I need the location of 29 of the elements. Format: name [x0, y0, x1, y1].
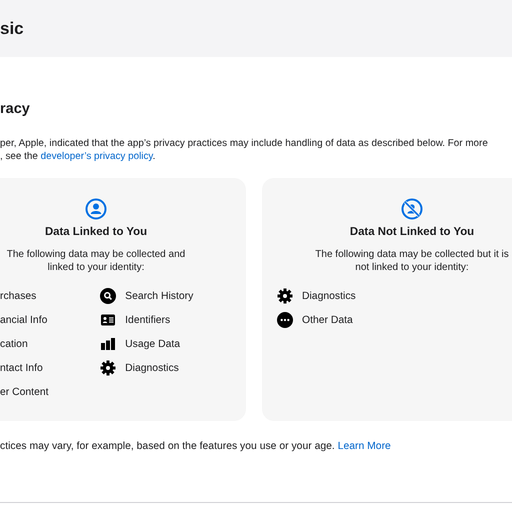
search-icon [100, 288, 116, 304]
data-type-label: Usage Data [125, 338, 180, 350]
data-type-label: ntact Info [0, 362, 43, 374]
gear-icon [277, 288, 293, 304]
data-type-label: Identifiers [125, 314, 170, 326]
section-title: racy [0, 101, 31, 117]
data-type-label: cation [0, 338, 28, 350]
data-type-label: ancial Info [0, 314, 48, 326]
data-type-label: Search History [125, 290, 194, 302]
app-title: sic [0, 18, 24, 38]
card-description: The following data may be collected but it is not linked to your identity: [314, 248, 510, 274]
gear-icon [100, 360, 116, 376]
person-crossed-out-icon [401, 198, 423, 220]
ellipsis-icon [277, 312, 293, 328]
person-icon [85, 198, 107, 220]
data-type-label: rchases [0, 290, 36, 302]
card-title: Data Linked to You [44, 226, 148, 238]
card-title: Data Not Linked to You [350, 226, 474, 238]
data-type-label: Diagnostics [302, 290, 356, 302]
data-type-label: Other Data [302, 314, 353, 326]
data-type-label: er Content [0, 386, 49, 398]
id-card-icon [100, 312, 116, 328]
data-type-label: Diagnostics [125, 362, 179, 374]
learn-more-link[interactable]: Learn More [338, 441, 391, 452]
privacy-description: per, Apple, indicated that the app’s privacy practices may include handling of data as described below. For more , see the developer’s privacy policy. [0, 137, 489, 163]
bar-chart-icon [100, 336, 116, 352]
footer-note: ctices may vary, for example, based on the features you use or your age. Learn More [0, 441, 392, 452]
privacy-policy-link[interactable]: developer’s privacy policy [40, 151, 153, 162]
card-description: The following data may be collected and linked to your identity: [6, 248, 186, 274]
